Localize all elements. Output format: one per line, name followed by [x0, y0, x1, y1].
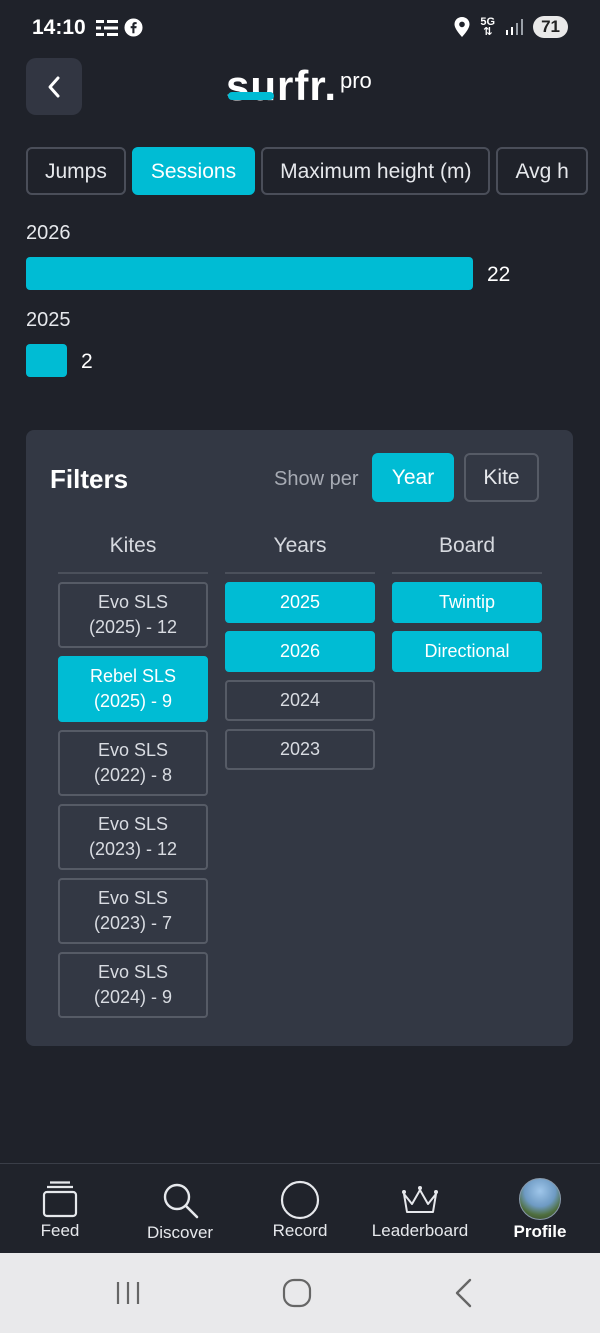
- board-column: Board Twintip Directional: [392, 530, 542, 672]
- nav-discover[interactable]: Discover: [120, 1164, 240, 1254]
- nav-feed[interactable]: Feed: [0, 1164, 120, 1254]
- tab-maximum-height[interactable]: Maximum height (m): [261, 147, 491, 195]
- nav-record[interactable]: Record: [240, 1164, 360, 1254]
- bar-category-label: 2026: [26, 222, 71, 244]
- facebook-icon: [124, 18, 143, 37]
- notification-icons: [96, 18, 143, 37]
- logo-suffix: pro: [340, 68, 372, 93]
- kite-name: Rebel SLS: [89, 666, 177, 686]
- home-icon[interactable]: [282, 1278, 312, 1308]
- year-filter-chip[interactable]: 2026: [225, 631, 375, 672]
- battery-indicator: 71: [533, 16, 568, 38]
- kite-count: (2024) - 9: [93, 987, 173, 1007]
- kite-count: (2025) - 9: [93, 691, 173, 711]
- recent-apps-icon[interactable]: [114, 1279, 142, 1307]
- years-header: Years: [225, 530, 375, 574]
- tab-sessions[interactable]: Sessions: [131, 147, 256, 195]
- notification-list-icon: [96, 19, 118, 36]
- board-filter-chip[interactable]: Directional: [392, 631, 542, 672]
- board-filter-chip[interactable]: Twintip: [392, 582, 542, 623]
- back-nav-icon[interactable]: [452, 1277, 476, 1309]
- show-per-kite-button[interactable]: Kite: [464, 453, 539, 502]
- kite-name: Evo SLS: [97, 888, 169, 908]
- show-per-year-button[interactable]: Year: [372, 453, 454, 502]
- years-column: Years 2025 2026 2024 2023: [225, 530, 375, 770]
- nav-leaderboard-label: Leaderboard: [371, 1221, 469, 1240]
- feed-icon: [42, 1181, 78, 1218]
- signal-icon: [506, 19, 524, 35]
- kite-name: Evo SLS: [97, 814, 169, 834]
- kite-filter-chip[interactable]: Evo SLS (2025) - 12: [58, 582, 208, 648]
- bar-2025: [26, 344, 67, 377]
- record-icon: [280, 1180, 320, 1220]
- status-bar: 14:10 5G ⇅ 71: [0, 0, 600, 58]
- kite-count: (2023) - 12: [88, 839, 178, 859]
- nav-record-label: Record: [272, 1221, 328, 1240]
- sessions-bar-chart: 2026 22 2025 2: [26, 222, 574, 392]
- filters-panel: Filters Show per Year Kite Kites Evo SLS…: [26, 430, 573, 1046]
- nav-profile-label: Profile: [513, 1222, 567, 1241]
- board-header: Board: [392, 530, 542, 574]
- kite-name: Evo SLS: [97, 962, 169, 982]
- kite-name: Evo SLS: [97, 592, 169, 612]
- system-navigation-bar: [0, 1253, 600, 1333]
- kite-filter-chip[interactable]: Evo SLS (2023) - 12: [58, 804, 208, 870]
- surfr-logo: surfr. pro: [226, 62, 386, 112]
- location-icon: [454, 17, 470, 37]
- kite-count: (2025) - 12: [88, 617, 178, 637]
- kite-count: (2022) - 8: [93, 765, 173, 785]
- tab-avg-height[interactable]: Avg h: [496, 147, 588, 195]
- filters-title: Filters: [50, 464, 129, 494]
- logo-text: surfr.: [226, 62, 338, 109]
- status-time: 14:10: [32, 16, 86, 39]
- kite-filter-chip[interactable]: Rebel SLS (2025) - 9: [58, 656, 208, 722]
- year-filter-chip[interactable]: 2023: [225, 729, 375, 770]
- year-filter-chip[interactable]: 2024: [225, 680, 375, 721]
- chevron-left-icon: [48, 76, 60, 97]
- crown-icon: [402, 1186, 438, 1213]
- nav-leaderboard[interactable]: Leaderboard: [360, 1164, 480, 1254]
- system-icons: 5G ⇅ 71: [454, 16, 568, 38]
- search-icon: [163, 1183, 199, 1219]
- bar-value-label: 22: [487, 263, 511, 286]
- kite-name: Evo SLS: [97, 740, 169, 760]
- bar-2026: [26, 257, 473, 290]
- metric-tabs: Jumps Sessions Maximum height (m) Avg h: [26, 147, 600, 197]
- bar-category-label: 2025: [26, 309, 71, 331]
- tab-jumps[interactable]: Jumps: [26, 147, 126, 195]
- kites-header: Kites: [58, 530, 208, 574]
- kite-filter-chip[interactable]: Evo SLS (2024) - 9: [58, 952, 208, 1018]
- logo-accent: [228, 92, 274, 100]
- nav-discover-label: Discover: [146, 1223, 214, 1242]
- nav-profile[interactable]: Profile: [480, 1164, 600, 1254]
- bottom-navigation: Feed Discover Record Leaderboard Profile: [0, 1163, 600, 1253]
- network-type: 5G ⇅: [480, 16, 496, 38]
- show-per-label: Show per: [274, 468, 359, 490]
- back-button[interactable]: [26, 58, 82, 115]
- bar-value-label: 2: [81, 350, 93, 373]
- avatar: [519, 1178, 561, 1220]
- kite-count: (2023) - 7: [93, 913, 173, 933]
- kites-column: Kites Evo SLS (2025) - 12 Rebel SLS (2025) …: [58, 530, 208, 1018]
- year-filter-chip[interactable]: 2025: [225, 582, 375, 623]
- nav-feed-label: Feed: [40, 1221, 80, 1240]
- kite-filter-chip[interactable]: Evo SLS (2022) - 8: [58, 730, 208, 796]
- kite-filter-chip[interactable]: Evo SLS (2023) - 7: [58, 878, 208, 944]
